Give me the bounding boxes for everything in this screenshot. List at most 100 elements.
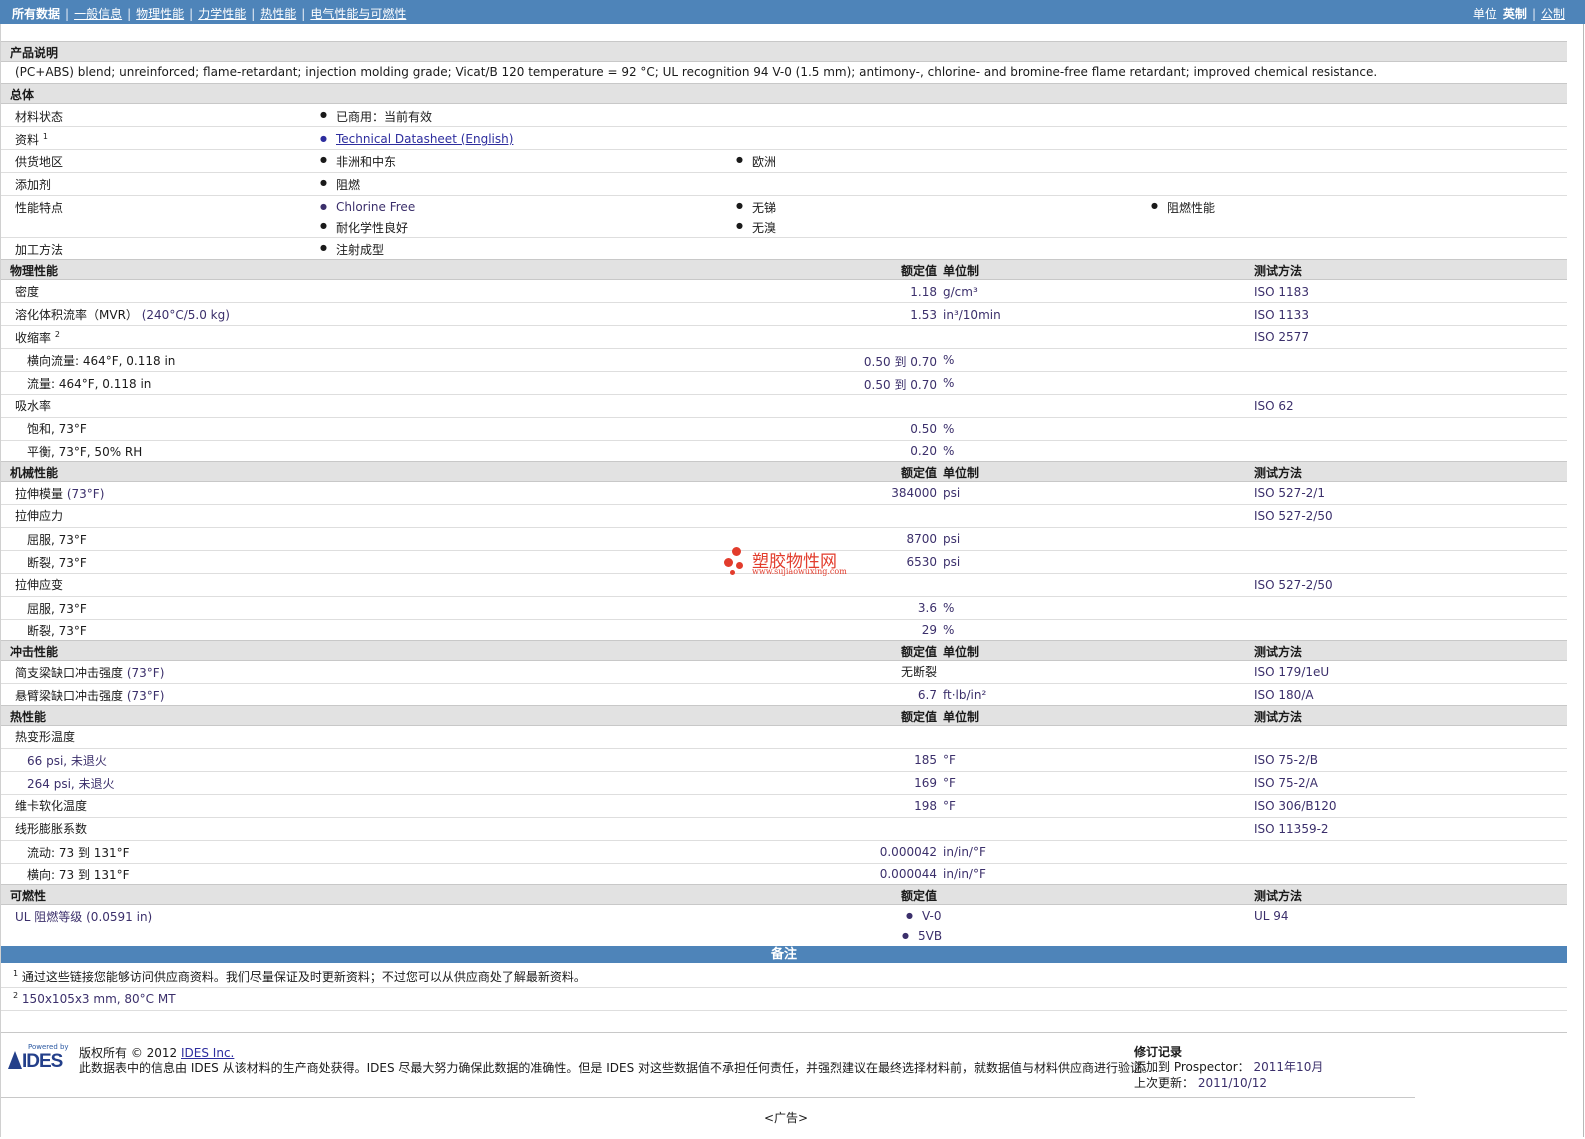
unit-value: in/in/°F	[943, 867, 986, 881]
ad-label: <广告>	[764, 1111, 809, 1125]
processing-value: 注射成型	[320, 241, 384, 258]
tensile-strain-break-row: 断裂, 73°F 29 %	[1, 620, 1567, 640]
row-label: 供货地区	[15, 155, 64, 169]
header-test-method: 测试方法	[1254, 645, 1303, 659]
header-test-method: 测试方法	[1254, 466, 1303, 480]
nominal-value: 8700	[906, 532, 937, 546]
row-label: UL 阻燃等级 (0.0591 in)	[15, 910, 153, 924]
ad-divider	[1, 1097, 1415, 1098]
added-to-prospector: 添加到 Prospector： 2011年10月	[1134, 1060, 1324, 1074]
section-heading: 可燃性	[10, 889, 47, 903]
additive-row: 添加剂 阻燃	[1, 173, 1567, 196]
unit-metric[interactable]: 公制	[1541, 7, 1565, 21]
tensile-modulus-row: 拉伸模量 (73°F) 384000 psi ISO 527-2/1	[1, 482, 1567, 505]
unit-value: %	[943, 444, 955, 458]
nav-all-data[interactable]: 所有数据	[12, 7, 60, 21]
section-mechanical: 机械性能 额定值 单位制 测试方法	[1, 461, 1567, 482]
unit-value: psi	[943, 532, 961, 546]
section-flammability: 可燃性 额定值 测试方法	[1, 884, 1567, 905]
header-nominal: 额定值	[900, 466, 937, 480]
test-method: ISO 1133	[1254, 308, 1309, 322]
clte-cross-row: 横向: 73 到 131°F 0.000044 in/in/°F	[1, 864, 1567, 884]
nav-thermal[interactable]: 热性能	[260, 7, 296, 21]
technical-datasheet-link[interactable]: Technical Datasheet (English)	[320, 132, 513, 146]
test-method: ISO 179/1eU	[1254, 665, 1330, 679]
section-general: 总体	[1, 83, 1567, 104]
ul-value: 5VB	[902, 929, 942, 943]
unit-value: g/cm³	[943, 285, 978, 299]
test-method: ISO 62	[1254, 399, 1294, 413]
additive-value: 阻燃	[320, 176, 360, 193]
test-method: ISO 75-2/A	[1254, 776, 1318, 790]
unit-value: psi	[943, 555, 961, 569]
row-label: 饱和, 73°F	[27, 422, 87, 436]
row-label: 简支梁缺口冲击强度 (73°F)	[15, 666, 165, 680]
row-label: 加工方法	[15, 243, 64, 257]
unit-value: %	[943, 353, 955, 367]
nominal-value: 0.50	[910, 422, 937, 436]
row-label: 密度	[15, 285, 40, 299]
unit-value: °F	[943, 776, 956, 790]
nav-physical[interactable]: 物理性能	[136, 7, 184, 21]
nominal-value: 185	[914, 753, 937, 767]
section-product: 产品说明	[1, 41, 1567, 62]
unit-value: in/in/°F	[943, 845, 986, 859]
nominal-value: 0.20	[910, 444, 937, 458]
row-label: 流动: 73 到 131°F	[27, 846, 130, 860]
mvr-row: 溶化体积流率（MVR） (240°C/5.0 kg) 1.53 in³/10mi…	[1, 303, 1567, 326]
section-physical: 物理性能 额定值 单位制 测试方法	[1, 259, 1567, 280]
row-label: 66 psi, 未退火	[27, 754, 107, 768]
water-equilibrium-row: 平衡, 73°F, 50% RH 0.20 %	[1, 441, 1567, 461]
row-label: 拉伸应变	[15, 578, 64, 592]
nav-mechanical[interactable]: 力学性能	[198, 7, 246, 21]
section-heading: 产品说明	[10, 46, 59, 60]
region-value: 欧洲	[736, 153, 776, 170]
shrinkage-row: 收缩率 2 ISO 2577	[1, 326, 1567, 349]
nominal-value: 198	[914, 799, 937, 813]
row-label: 拉伸应力	[15, 509, 64, 523]
header-nominal: 额定值	[900, 645, 937, 659]
note-text: 2 150x105x3 mm, 80°C MT	[13, 991, 176, 1006]
nominal-value: 0.000042	[879, 845, 937, 859]
header-test-method: 测试方法	[1254, 264, 1303, 278]
note-1: 1 通过这些链接您能够访问供应商资料。我们尽量保证及时更新资料；不过您可以从供应…	[1, 965, 1567, 988]
nominal-value: 0.000044	[879, 867, 937, 881]
test-method: ISO 527-2/50	[1254, 509, 1333, 523]
section-impact: 冲击性能 额定值 单位制 测试方法	[1, 640, 1567, 661]
row-label: 流量: 464°F, 0.118 in	[27, 377, 152, 391]
test-method: ISO 11359-2	[1254, 822, 1329, 836]
shrinkage-flow-row: 流量: 464°F, 0.118 in 0.50 到 0.70 %	[1, 372, 1567, 395]
nominal-value: 3.6	[917, 601, 937, 615]
nominal-value: 384000	[891, 486, 937, 500]
row-label: 断裂, 73°F	[27, 556, 87, 570]
section-heading: 物理性能	[10, 264, 59, 278]
section-heading: 总体	[10, 88, 35, 102]
row-label: 收缩率 2	[15, 330, 60, 345]
ides-link[interactable]: IDES Inc.	[181, 1046, 234, 1060]
charpy-row: 简支梁缺口冲击强度 (73°F) 无断裂 ISO 179/1eU	[1, 661, 1567, 684]
nominal-value: 169	[914, 776, 937, 790]
nav-electrical-flammability[interactable]: 电气性能与可燃性	[310, 7, 406, 21]
row-label: 拉伸模量 (73°F)	[15, 487, 105, 501]
nominal-value: 0.50 到 0.70	[863, 378, 937, 392]
unit-english[interactable]: 英制	[1503, 7, 1527, 21]
test-method: ISO 306/B120	[1254, 799, 1337, 813]
izod-row: 悬臂梁缺口冲击强度 (73°F) 6.7 ft·lb/in² ISO 180/A	[1, 684, 1567, 705]
row-label: 横向流量: 464°F, 0.118 in	[27, 354, 176, 368]
header-unit: 单位制	[943, 466, 980, 480]
section-heading: 冲击性能	[10, 645, 59, 659]
unit-value: °F	[943, 799, 956, 813]
test-method: UL 94	[1254, 909, 1289, 923]
header-test-method: 测试方法	[1254, 889, 1303, 903]
nominal-value: 无断裂	[900, 665, 937, 679]
row-label: 264 psi, 未退火	[27, 777, 115, 791]
nominal-value: 1.18	[910, 285, 937, 299]
row-label: 维卡软化温度	[15, 799, 88, 813]
hdt-66-row: 66 psi, 未退火 185 °F ISO 75-2/B	[1, 749, 1567, 772]
test-method: ISO 2577	[1254, 330, 1309, 344]
row-label: 平衡, 73°F, 50% RH	[27, 445, 143, 459]
nav-general-info[interactable]: 一般信息	[74, 7, 122, 21]
row-label: 悬臂梁缺口冲击强度 (73°F)	[15, 689, 165, 703]
unit-value: °F	[943, 753, 956, 767]
row-label: 溶化体积流率（MVR） (240°C/5.0 kg)	[15, 308, 230, 322]
